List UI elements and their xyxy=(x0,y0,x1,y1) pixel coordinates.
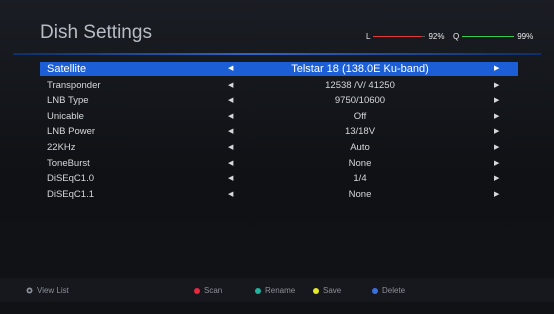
row-value: 13/18V xyxy=(344,126,376,138)
signal-l-value: 92% xyxy=(428,31,445,41)
signal-q-track xyxy=(462,35,515,37)
menu-row-diseqc1-1[interactable]: DiSEqC1.1 ◀ None ▶ xyxy=(40,187,518,203)
menu-row-22khz[interactable]: 22KHz ◀ Auto ▶ xyxy=(40,140,518,156)
menu-row-satellite[interactable]: Satellite ◀ Telstar 18 (138.0E Ku-band) ▶ xyxy=(40,62,518,76)
arrow-right-icon[interactable]: ▶ xyxy=(494,124,499,140)
arrow-right-icon[interactable]: ▶ xyxy=(494,187,499,203)
arrow-left-icon[interactable]: ◀ xyxy=(228,93,233,109)
arrow-left-icon[interactable]: ◀ xyxy=(228,171,233,187)
signal-level-l: L 92% xyxy=(366,31,444,41)
row-label: ToneBurst xyxy=(47,157,90,169)
save-hint[interactable]: Save xyxy=(313,286,341,295)
menu-row-diseqc1-0[interactable]: DiSEqC1.0 ◀ 1/4 ▶ xyxy=(40,171,518,187)
row-value: 1/4 xyxy=(353,173,367,185)
row-value: None xyxy=(348,157,372,169)
row-value: Off xyxy=(353,110,367,122)
menu-row-lnb-type[interactable]: LNB Type ◀ 9750/10600 ▶ xyxy=(40,93,518,109)
row-value: Auto xyxy=(350,141,370,153)
settings-menu: Satellite ◀ Telstar 18 (138.0E Ku-band) ▶ Tr… xyxy=(40,62,518,202)
save-label: Save xyxy=(323,286,342,295)
arrow-right-icon[interactable]: ▶ xyxy=(494,109,499,125)
menu-row-toneburst[interactable]: ToneBurst ◀ None ▶ xyxy=(40,156,518,172)
view-list-hint[interactable]: View List xyxy=(26,286,69,295)
signal-q-value: 99% xyxy=(517,31,534,41)
row-label: Satellite xyxy=(47,63,87,75)
row-value: Telstar 18 (138.0E Ku-band) xyxy=(291,63,429,75)
rename-hint[interactable]: Rename xyxy=(255,286,295,295)
arrow-left-icon[interactable]: ◀ xyxy=(228,124,233,140)
yellow-key-icon xyxy=(313,287,319,294)
signal-q-label: Q xyxy=(453,31,460,41)
screen: Dish Settings L 92% Q 99% Satellite ◀ Tels… xyxy=(0,0,554,314)
arrow-right-icon[interactable]: ▶ xyxy=(494,171,499,187)
arrow-right-icon[interactable]: ▶ xyxy=(494,93,499,109)
row-label: DiSEqC1.1 xyxy=(47,188,94,200)
row-label: LNB Power xyxy=(47,126,96,138)
rename-label: Rename xyxy=(265,286,296,295)
arrow-left-icon[interactable]: ◀ xyxy=(228,78,233,94)
page-title: Dish Settings xyxy=(40,22,152,43)
row-value: 9750/10600 xyxy=(334,95,386,107)
green-key-icon xyxy=(255,287,261,294)
header-divider xyxy=(13,53,541,55)
footer-bar: View List Scan Rename Save Delete xyxy=(0,278,554,302)
row-label: Unicable xyxy=(47,110,84,122)
ok-button-icon xyxy=(26,287,33,294)
view-list-label: View List xyxy=(37,286,69,295)
scan-hint[interactable]: Scan xyxy=(194,286,222,295)
row-value: 12538 /V/ 41250 xyxy=(325,79,395,91)
arrow-left-icon[interactable]: ◀ xyxy=(228,62,233,76)
signal-l-fill xyxy=(373,35,422,37)
menu-row-unicable[interactable]: Unicable ◀ Off ▶ xyxy=(40,109,518,125)
signal-level-q: Q 99% xyxy=(453,31,533,41)
arrow-right-icon[interactable]: ▶ xyxy=(494,140,499,156)
scan-label: Scan xyxy=(204,286,223,295)
row-label: 22KHz xyxy=(47,141,76,153)
arrow-left-icon[interactable]: ◀ xyxy=(228,156,233,172)
delete-label: Delete xyxy=(382,286,406,295)
row-label: LNB Type xyxy=(47,95,89,107)
signal-l-track xyxy=(373,35,426,37)
arrow-right-icon[interactable]: ▶ xyxy=(494,62,499,76)
blue-key-icon xyxy=(372,287,378,294)
row-value: None xyxy=(348,188,372,200)
row-label: DiSEqC1.0 xyxy=(47,173,94,185)
arrow-right-icon[interactable]: ▶ xyxy=(494,156,499,172)
arrow-right-icon[interactable]: ▶ xyxy=(494,78,499,94)
arrow-left-icon[interactable]: ◀ xyxy=(228,109,233,125)
red-key-icon xyxy=(194,287,200,294)
menu-row-lnb-power[interactable]: LNB Power ◀ 13/18V ▶ xyxy=(40,124,518,140)
menu-row-transponder[interactable]: Transponder ◀ 12538 /V/ 41250 ▶ xyxy=(40,78,518,94)
arrow-left-icon[interactable]: ◀ xyxy=(228,187,233,203)
signal-q-fill xyxy=(462,35,514,37)
row-label: Transponder xyxy=(47,79,101,91)
delete-hint[interactable]: Delete xyxy=(372,286,405,295)
signal-l-label: L xyxy=(366,31,371,41)
arrow-left-icon[interactable]: ◀ xyxy=(228,140,233,156)
